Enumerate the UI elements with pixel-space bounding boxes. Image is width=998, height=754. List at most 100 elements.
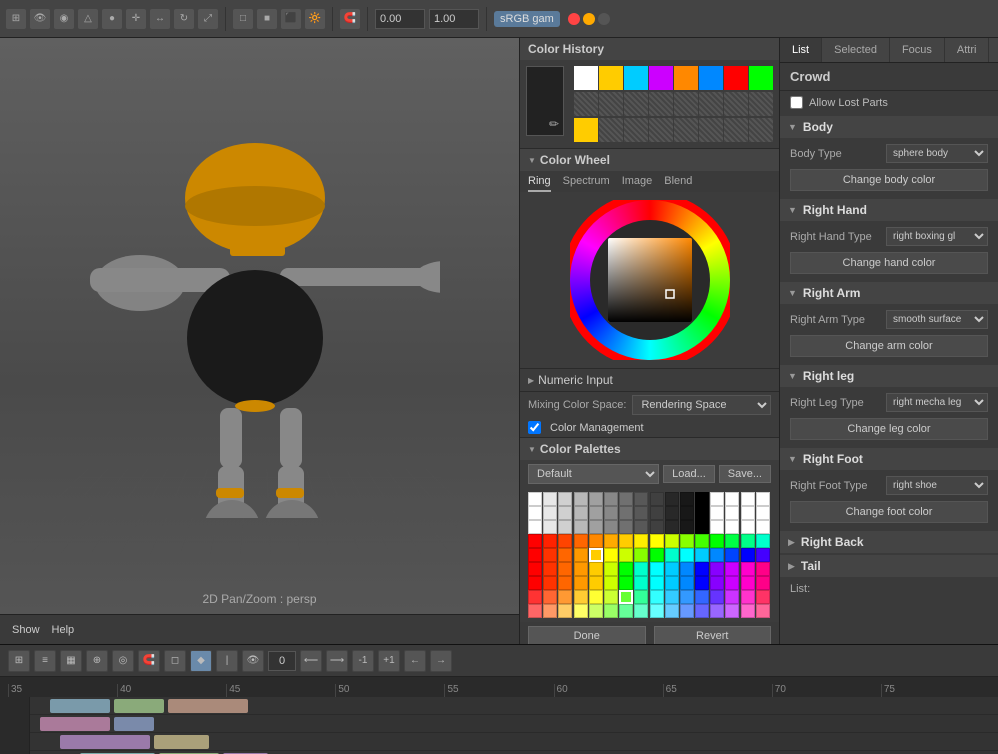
pal-0-9[interactable] [665, 492, 679, 506]
track-node-6[interactable] [60, 735, 150, 749]
toolbar-icon-rotate[interactable]: ↻ [174, 9, 194, 29]
pal-2-7[interactable] [634, 520, 648, 534]
pal-8-5[interactable] [604, 604, 618, 618]
pal-1-14[interactable] [741, 506, 755, 520]
pal-2-9[interactable] [665, 520, 679, 534]
toolbar-icon-snap[interactable]: 🧲 [340, 9, 360, 29]
pal-4-8[interactable] [650, 548, 664, 562]
change-arm-color-button[interactable]: Change arm color [790, 335, 988, 357]
pal-4-3[interactable] [574, 548, 588, 562]
pal-0-0[interactable] [528, 492, 542, 506]
toolbar-icon-move[interactable]: ↔ [150, 9, 170, 29]
toolbar-icon-scale[interactable]: ⤢ [198, 9, 218, 29]
pal-1-6[interactable] [619, 506, 633, 520]
tl-prev-icon[interactable]: ⟵ [300, 650, 322, 672]
pal-1-15[interactable] [756, 506, 770, 520]
pal-7-1[interactable] [543, 590, 557, 604]
toolbar-icon-tex[interactable]: ⬛ [281, 9, 301, 29]
right-leg-type-select[interactable]: right mecha leg [886, 393, 988, 412]
pal-4-1[interactable] [543, 548, 557, 562]
hist-magenta[interactable] [649, 66, 673, 90]
pal-5-0[interactable] [528, 562, 542, 576]
pal-3-3[interactable] [574, 534, 588, 548]
hist-empty-1[interactable] [574, 92, 598, 116]
done-button[interactable]: Done [528, 626, 646, 644]
right-arm-type-select[interactable]: smooth surface [886, 310, 988, 329]
tail-section-bar[interactable]: ▶ Tail [780, 555, 998, 577]
timeline-tracks[interactable] [30, 697, 998, 754]
pal-6-1[interactable] [543, 576, 557, 590]
hist-empty-8[interactable] [749, 92, 773, 116]
pal-6-13[interactable] [725, 576, 739, 590]
pal-7-13[interactable] [725, 590, 739, 604]
tl-view-icon[interactable]: 👁 [242, 650, 264, 672]
pal-1-0[interactable] [528, 506, 542, 520]
colorwheel-header[interactable]: ▼ Color Wheel [520, 149, 779, 171]
revert-button[interactable]: Revert [654, 626, 772, 644]
right-hand-type-select[interactable]: right boxing gl [886, 227, 988, 246]
pal-3-7[interactable] [634, 534, 648, 548]
right-hand-section-bar[interactable]: ▼ Right Hand [780, 199, 998, 221]
pal-1-9[interactable] [665, 506, 679, 520]
hist-empty-4[interactable] [649, 92, 673, 116]
traffic-yellow[interactable] [583, 13, 595, 25]
pal-3-0[interactable] [528, 534, 542, 548]
current-color-swatch[interactable]: ✏ [526, 66, 564, 136]
tl-block-icon[interactable]: ▦ [60, 650, 82, 672]
colorwheel-svg[interactable] [570, 200, 730, 360]
hist-orange[interactable] [674, 66, 698, 90]
toolbar-icon-wire[interactable]: □ [233, 9, 253, 29]
track-node-5[interactable] [114, 717, 154, 731]
pal-0-6[interactable] [619, 492, 633, 506]
track-node-7[interactable] [154, 735, 209, 749]
pal-8-12[interactable] [710, 604, 724, 618]
hist-blue[interactable] [699, 66, 723, 90]
pal-8-15[interactable] [756, 604, 770, 618]
pal-4-13[interactable] [725, 548, 739, 562]
pal-4-11[interactable] [695, 548, 709, 562]
pal-7-2[interactable] [558, 590, 572, 604]
pal-0-7[interactable] [634, 492, 648, 506]
pal-2-13[interactable] [725, 520, 739, 534]
pal-3-14[interactable] [741, 534, 755, 548]
pal-1-7[interactable] [634, 506, 648, 520]
pal-3-15[interactable] [756, 534, 770, 548]
pal-5-15[interactable] [756, 562, 770, 576]
pal-3-5[interactable] [604, 534, 618, 548]
pal-3-11[interactable] [695, 534, 709, 548]
toolbar-icon-obj[interactable]: ◉ [54, 9, 74, 29]
pal-6-7[interactable] [634, 576, 648, 590]
pal-3-10[interactable] [680, 534, 694, 548]
mixing-select[interactable]: Rendering Space [632, 395, 771, 415]
pal-4-9[interactable] [665, 548, 679, 562]
pal-1-13[interactable] [725, 506, 739, 520]
pal-8-3[interactable] [574, 604, 588, 618]
pal-5-14[interactable] [741, 562, 755, 576]
colorman-check[interactable] [528, 421, 541, 434]
right-foot-type-select[interactable]: right shoe [886, 476, 988, 495]
pal-7-4[interactable] [589, 590, 603, 604]
pal-2-4[interactable] [589, 520, 603, 534]
pal-4-4-selected[interactable] [589, 548, 603, 562]
pal-5-3[interactable] [574, 562, 588, 576]
pal-0-3[interactable] [574, 492, 588, 506]
pal-0-8[interactable] [650, 492, 664, 506]
pal-3-2[interactable] [558, 534, 572, 548]
pal-2-2[interactable] [558, 520, 572, 534]
pal-0-2[interactable] [558, 492, 572, 506]
hist-e12[interactable] [674, 118, 698, 142]
body-type-select[interactable]: sphere body [886, 144, 988, 163]
pal-5-5[interactable] [604, 562, 618, 576]
pal-2-14[interactable] [741, 520, 755, 534]
pal-3-4[interactable] [589, 534, 603, 548]
hist-empty-2[interactable] [599, 92, 623, 116]
toolbar-icon-sphere[interactable]: ● [102, 9, 122, 29]
pal-0-13[interactable] [725, 492, 739, 506]
pal-8-1[interactable] [543, 604, 557, 618]
pal-7-0[interactable] [528, 590, 542, 604]
pal-4-5[interactable] [604, 548, 618, 562]
pal-5-9[interactable] [665, 562, 679, 576]
tl-grid-icon[interactable]: ⊞ [8, 650, 30, 672]
save-button[interactable]: Save... [719, 465, 771, 483]
change-leg-color-button[interactable]: Change leg color [790, 418, 988, 440]
